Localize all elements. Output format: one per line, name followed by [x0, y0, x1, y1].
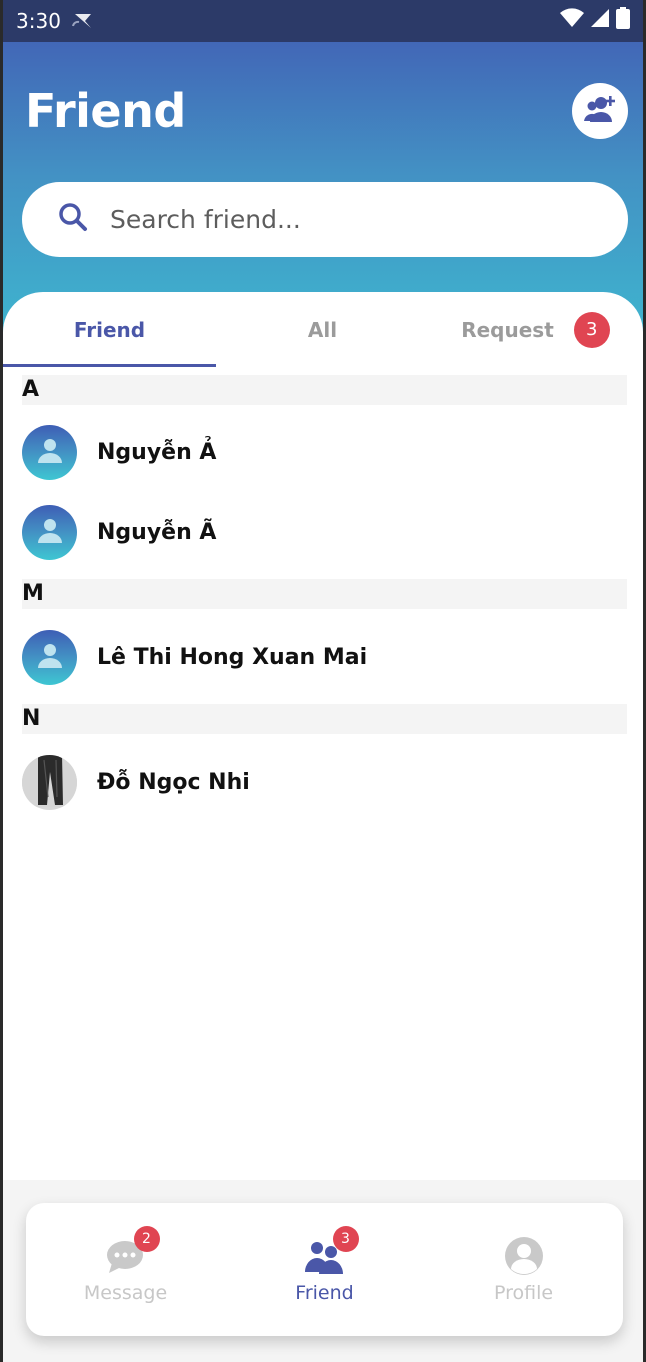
section-header-m: M [22, 579, 627, 609]
friend-name: Nguyễn Ã [97, 519, 217, 545]
photo-avatar [22, 754, 77, 810]
request-count-badge: 3 [573, 311, 610, 348]
friend-name: Đỗ Ngọc Nhi [97, 769, 250, 795]
signal-icon [590, 8, 610, 34]
default-avatar-icon [37, 437, 63, 468]
search-icon [58, 202, 88, 237]
section-header-n: N [22, 704, 627, 734]
avatar [22, 754, 77, 810]
bottom-navigation: 2 Message 3 Friend Profile [26, 1203, 623, 1336]
page-title: Friend [25, 84, 186, 138]
nav-label: Profile [493, 1281, 554, 1304]
friend-list-item[interactable]: Nguyễn Ã [22, 501, 627, 563]
friend-name: Nguyễn Ả [97, 439, 217, 465]
friend-name: Lê Thi Hong Xuan Mai [97, 644, 368, 670]
message-count-badge: 2 [133, 1225, 160, 1252]
tab-label: All [307, 317, 338, 342]
people-icon: 3 [304, 1225, 359, 1276]
tab-label: Friend [73, 317, 146, 342]
tab-bar: Friend All Request 3 [3, 292, 643, 367]
person-add-icon [584, 95, 616, 128]
notification-icon [71, 12, 93, 30]
friend-list-item[interactable]: Nguyễn Ả [22, 421, 627, 483]
friend-list-item[interactable]: Đỗ Ngọc Nhi [22, 751, 627, 813]
status-bar: 3:30 [0, 0, 646, 42]
search-bar[interactable] [22, 182, 628, 257]
nav-message[interactable]: 2 Message [26, 1203, 225, 1336]
nav-label: Message [83, 1281, 168, 1304]
chat-bubble-icon: 2 [106, 1225, 160, 1276]
avatar [22, 629, 77, 685]
default-avatar-icon [37, 517, 63, 548]
status-time: 3:30 [16, 9, 61, 33]
wifi-icon [560, 8, 584, 34]
add-friend-button[interactable] [572, 83, 628, 139]
tab-all[interactable]: All [216, 292, 429, 367]
search-input[interactable] [110, 205, 570, 234]
friend-list-panel: Friend All Request 3 A Nguyễn Ả Nguyễn Ã… [3, 292, 643, 1180]
avatar [22, 424, 77, 480]
nav-profile[interactable]: Profile [424, 1203, 623, 1336]
battery-icon [616, 7, 630, 35]
nav-friend[interactable]: 3 Friend [225, 1203, 424, 1336]
default-avatar-icon [37, 642, 63, 673]
tab-active-indicator [3, 364, 216, 367]
profile-icon [504, 1236, 544, 1276]
friend-count-badge: 3 [332, 1225, 359, 1252]
tab-label: Request [461, 317, 554, 342]
tab-friend[interactable]: Friend [3, 292, 216, 367]
tab-request[interactable]: Request 3 [429, 292, 642, 367]
avatar [22, 504, 77, 560]
friend-list-item[interactable]: Lê Thi Hong Xuan Mai [22, 626, 627, 688]
nav-label: Friend [295, 1281, 354, 1304]
section-header-a: A [22, 375, 627, 405]
